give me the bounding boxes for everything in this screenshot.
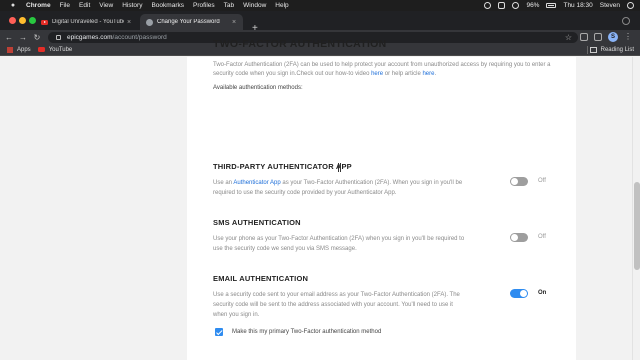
profile-avatar[interactable]: S: [608, 32, 618, 42]
bookmark-label: Apps: [17, 46, 31, 53]
menu-window[interactable]: Window: [243, 2, 266, 9]
reading-list-button[interactable]: Reading List: [589, 46, 634, 53]
menu-app-name[interactable]: Chrome: [26, 2, 51, 9]
extension-icon[interactable]: [594, 33, 602, 41]
authenticator-app-toggle[interactable]: [510, 177, 528, 186]
tab-title: Digital Unraveled - YouTube: [52, 19, 124, 25]
youtube-favicon-icon: [41, 19, 48, 25]
wifi-icon[interactable]: [512, 2, 520, 9]
authenticator-app-link[interactable]: Authenticator App: [233, 180, 280, 186]
url-host: epicgames.com: [67, 33, 113, 41]
bookmark-label: YouTube: [48, 46, 73, 53]
email-auth-toggle[interactable]: [510, 289, 528, 298]
authenticator-app-description: Use an Authenticator App as your Two-Fac…: [213, 178, 468, 198]
youtube-icon: [37, 47, 45, 52]
tab-close-button[interactable]: ×: [124, 19, 134, 26]
authenticator-app-state: Off: [538, 178, 546, 184]
sms-auth-description: Use your phone as your Two-Factor Authen…: [213, 236, 465, 252]
tab-search-icon[interactable]: [622, 17, 630, 25]
how-to-video-link[interactable]: here: [371, 71, 383, 77]
primary-method-checkbox[interactable]: [215, 328, 223, 336]
intro-text-part: or help article: [383, 71, 423, 77]
menu-tab[interactable]: Tab: [224, 2, 234, 9]
desc-part: Use an: [213, 180, 234, 186]
status-menu-icon[interactable]: [484, 2, 492, 9]
back-button[interactable]: ←: [4, 33, 14, 42]
battery-percent: 96%: [526, 2, 540, 9]
toggle-knob: [520, 290, 527, 297]
macos-menu-bar: ● Chrome File Edit View History Bookmark…: [0, 0, 640, 11]
sms-auth-state: Off: [538, 234, 546, 240]
menu-help[interactable]: Help: [275, 2, 288, 9]
reload-button[interactable]: ↻: [32, 33, 42, 42]
clock[interactable]: Thu 18:30: [563, 2, 592, 9]
bookmarks-divider: [587, 45, 588, 54]
menu-history[interactable]: History: [122, 2, 142, 9]
email-auth-description: Use a security code sent to your email a…: [213, 292, 460, 318]
available-methods-label: Available authentication methods:: [213, 85, 303, 91]
apple-menu-icon[interactable]: ●: [9, 2, 17, 10]
lock-icon[interactable]: [56, 34, 61, 40]
toolbar-actions: S ⋮: [580, 32, 632, 42]
forward-button[interactable]: →: [18, 33, 28, 42]
sms-auth-title: SMS AUTHENTICATION: [213, 218, 301, 227]
scrollbar-thumb[interactable]: [634, 182, 640, 270]
intro-text-part: .: [434, 71, 437, 77]
page-scrollbar[interactable]: [632, 57, 640, 360]
battery-icon[interactable]: [546, 3, 557, 8]
extensions-puzzle-icon[interactable]: [580, 33, 588, 41]
globe-favicon-icon: [146, 18, 153, 26]
menu-profiles[interactable]: Profiles: [193, 2, 215, 9]
email-auth-state: On: [538, 290, 547, 296]
intro-text: Two-Factor Authentication (2FA) can be u…: [213, 61, 558, 79]
email-auth-title: EMAIL AUTHENTICATION: [213, 274, 309, 283]
chrome-menu-icon[interactable]: ⋮: [624, 33, 632, 41]
bookmark-apps[interactable]: Apps: [7, 46, 31, 53]
toggle-knob: [511, 234, 518, 241]
search-icon[interactable]: [627, 2, 634, 9]
user-name[interactable]: Steven: [600, 2, 620, 9]
menu-bookmarks[interactable]: Bookmarks: [151, 2, 184, 9]
sms-auth-toggle[interactable]: [510, 233, 528, 242]
bookmark-star-icon[interactable]: ☆: [565, 33, 572, 42]
tab-youtube[interactable]: Digital Unraveled - YouTube ×: [35, 14, 138, 30]
menu-bar-status-area: 96% Thu 18:30 Steven: [484, 0, 634, 11]
minimize-window-button[interactable]: [19, 17, 26, 24]
apps-grid-icon: [7, 46, 13, 53]
reading-list-icon: [589, 46, 597, 53]
extension-status-icon[interactable]: [498, 2, 506, 9]
close-window-button[interactable]: [9, 17, 16, 24]
bookmark-youtube[interactable]: YouTube: [37, 46, 73, 53]
primary-method-label[interactable]: Make this my primary Two-Factor authenti…: [232, 329, 381, 335]
menu-file[interactable]: File: [60, 2, 70, 9]
url-path: /account/password: [112, 33, 167, 41]
menu-view[interactable]: View: [99, 2, 113, 9]
help-article-link[interactable]: here: [422, 71, 434, 77]
tab-title: Change Your Password: [157, 19, 220, 25]
page-title: TWO-FACTOR AUTHENTICATION: [213, 38, 387, 50]
reading-list-label: Reading List: [600, 46, 634, 53]
tab-change-password[interactable]: Change Your Password ×: [140, 14, 243, 30]
menu-edit[interactable]: Edit: [79, 2, 90, 9]
tab-strip: Digital Unraveled - YouTube × Change You…: [0, 11, 640, 34]
authenticator-app-title: THIRD-PARTY AUTHENTICATOR APP: [213, 162, 352, 171]
text-cursor-icon: [338, 163, 341, 172]
toggle-knob: [511, 178, 518, 185]
tab-close-button[interactable]: ×: [229, 19, 239, 26]
